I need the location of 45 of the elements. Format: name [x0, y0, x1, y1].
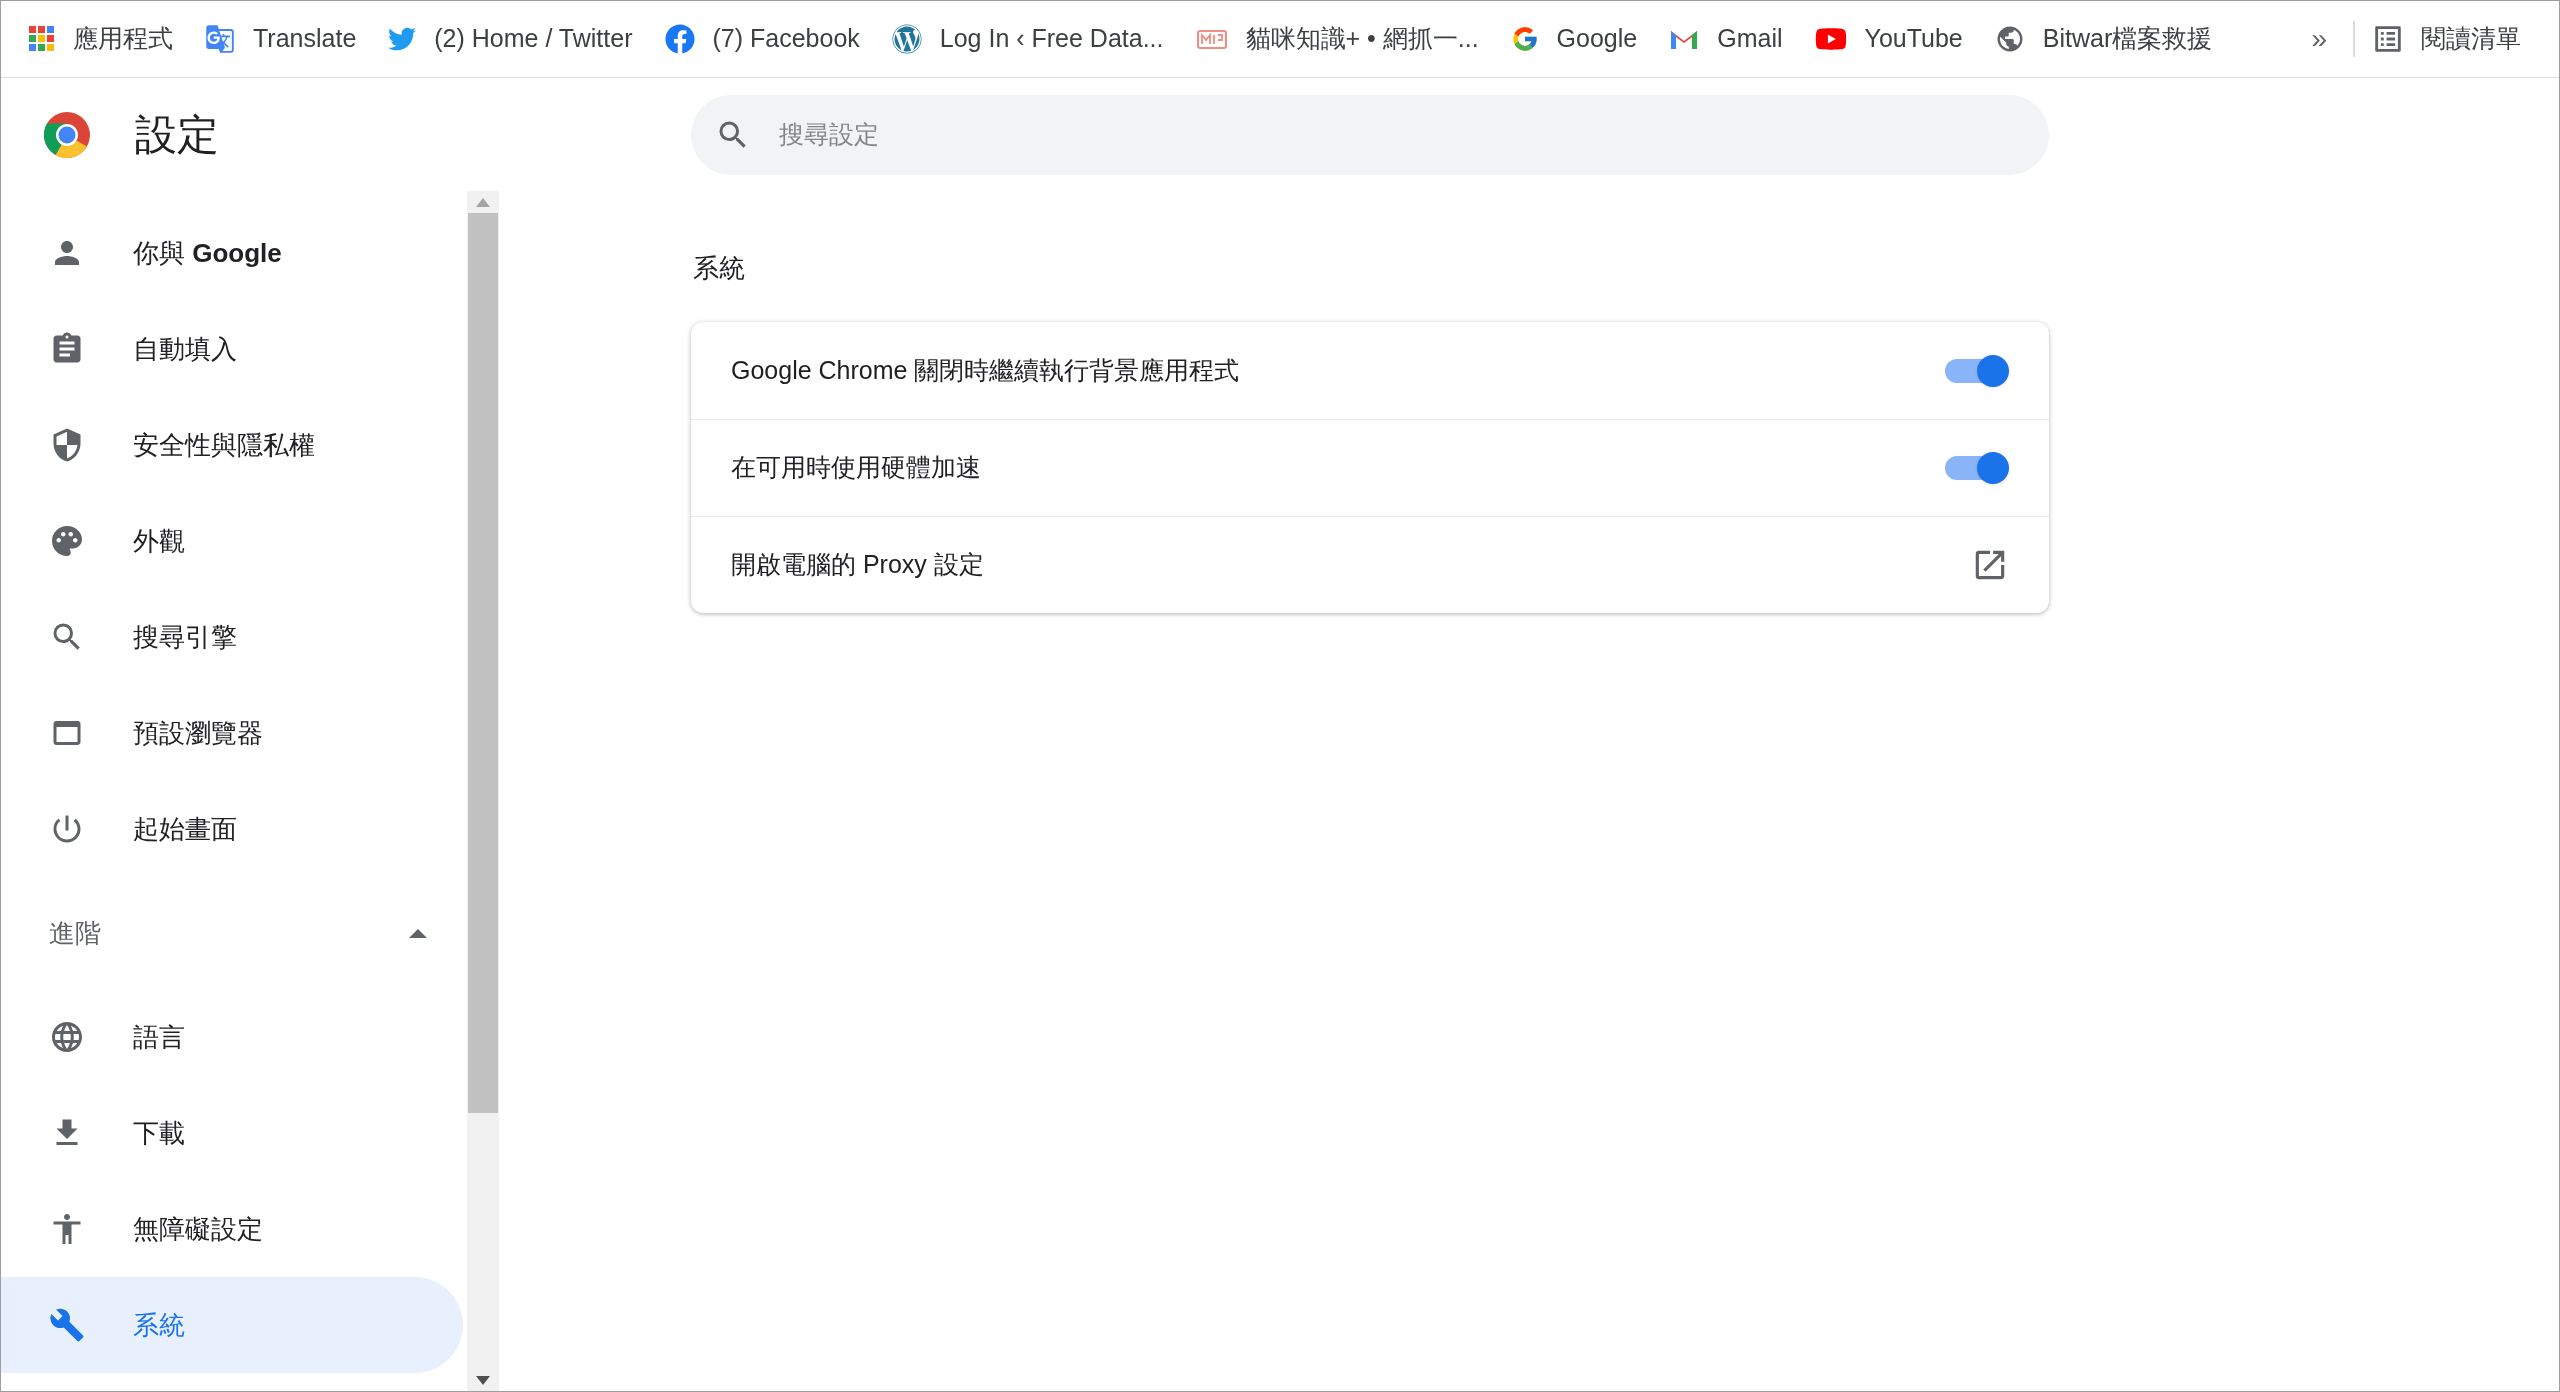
apps-grid-icon: [29, 26, 55, 52]
bookmark[interactable]: Log In ‹ Free Data...: [891, 20, 1164, 58]
facebook-icon: [664, 24, 695, 54]
sidebar-item[interactable]: 預設瀏覽器: [1, 685, 463, 781]
scrollbar[interactable]: [467, 191, 499, 1391]
setting-label: Google Chrome 關閉時繼續執行背景應用程式: [731, 354, 1240, 386]
sidebar-item[interactable]: 自動填入: [1, 301, 463, 397]
wordpress-icon: [891, 24, 922, 54]
google-icon: [1510, 25, 1539, 53]
scroll-up-icon: [476, 197, 490, 207]
sidebar-item[interactable]: 系統: [1, 1277, 463, 1373]
search-field[interactable]: 搜尋設定: [691, 94, 2049, 175]
sidebar-item[interactable]: 語言: [1, 989, 463, 1085]
setting-label: 在可用時使用硬體加速: [731, 452, 981, 484]
bookmark[interactable]: (7) Facebook: [664, 20, 860, 58]
sidebar-item[interactable]: 你與 Google: [1, 205, 463, 301]
bookmark[interactable]: 應用程式: [29, 20, 173, 58]
advanced-section-header[interactable]: 進階: [1, 877, 467, 989]
sidebar-item[interactable]: 下載: [1, 1085, 463, 1181]
more-bookmarks-button[interactable]: »: [2301, 18, 2337, 60]
section-title: 系統: [692, 252, 746, 285]
bookmark[interactable]: 貓咪知識+ • 網抓一...: [1195, 20, 1479, 58]
bookmark[interactable]: Translate: [205, 20, 357, 58]
sidebar-item[interactable]: 搜尋引擎: [1, 589, 463, 685]
sidebar-item[interactable]: 安全性與隱私權: [1, 397, 463, 493]
palette-icon: [49, 523, 85, 559]
sidebar-item[interactable]: 外觀: [1, 493, 463, 589]
page-title: 設定: [135, 110, 219, 160]
bird-icon: [388, 25, 417, 53]
translate-icon: [205, 24, 235, 54]
sidebar-item[interactable]: 起始畫面: [1, 781, 463, 877]
reading-list-button[interactable]: 閱讀清單: [2371, 20, 2531, 58]
bookmark[interactable]: YouTube: [1814, 20, 1963, 58]
wrench-icon: [49, 1307, 85, 1343]
sidebar-item[interactable]: 無障礙設定: [1, 1181, 463, 1277]
badge-icon: [1195, 27, 1228, 51]
bookmark[interactable]: (2) Home / Twitter: [388, 20, 633, 58]
bookmark[interactable]: Gmail: [1669, 20, 1783, 58]
globe-icon: [49, 1019, 85, 1055]
bookmark[interactable]: Google: [1510, 20, 1638, 58]
scroll-down-icon: [476, 1375, 490, 1385]
collapse-arrow-icon: [409, 928, 427, 938]
bookmark[interactable]: Bitwar檔案救援: [1994, 20, 2213, 58]
setting-label: 開啟電腦的 Proxy 設定: [731, 549, 984, 581]
chrome-logo: [43, 110, 91, 159]
